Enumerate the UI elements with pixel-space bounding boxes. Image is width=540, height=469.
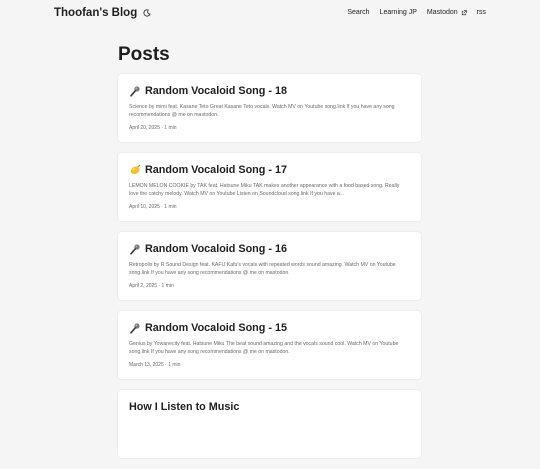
lemon-icon xyxy=(130,164,141,175)
nav-item-label: Search xyxy=(347,9,370,16)
nav-item-learning-jp[interactable]: Learning JP xyxy=(380,9,417,16)
post-title[interactable]: Random Vocaloid Song - 15 xyxy=(129,322,410,334)
moon-icon[interactable] xyxy=(143,9,151,17)
microphone-icon xyxy=(130,244,140,255)
site-logo[interactable]: Thoofan's Blog xyxy=(54,7,151,19)
post-excerpt: Science by mimi feat. Kasane Teto Great … xyxy=(129,104,395,118)
post-meta: March 13, 2025 · 1 min xyxy=(129,362,181,368)
nav-item-rss[interactable]: rss xyxy=(477,9,486,16)
microphone-icon xyxy=(130,86,140,97)
post-title-text: Random Vocaloid Song - 15 xyxy=(145,322,287,334)
main-nav: Search Learning JP Mastodon rss xyxy=(347,9,486,16)
nav-item-label: Learning JP xyxy=(379,9,417,16)
post-meta: April 10, 2025 · 1 min xyxy=(129,204,177,210)
nav-item-mastodon[interactable]: Mastodon xyxy=(427,9,467,16)
post-card[interactable]: Random Vocaloid Song - 15 Genius by Yowa… xyxy=(118,311,421,379)
site-logo-text: Thoofan's Blog xyxy=(54,7,138,19)
post-title[interactable]: Random Vocaloid Song - 17 xyxy=(129,164,410,176)
post-card[interactable]: Random Vocaloid Song - 17 LEMON MELON CO… xyxy=(118,153,421,221)
post-list: Random Vocaloid Song - 18 Science by mim… xyxy=(118,74,421,469)
post-title[interactable]: Random Vocaloid Song - 18 xyxy=(129,85,410,97)
nav-item-search[interactable]: Search xyxy=(347,9,369,16)
post-title[interactable]: How I Listen to Music xyxy=(129,401,410,413)
microphone-icon xyxy=(130,323,140,334)
nav-item-label: rss xyxy=(476,9,486,16)
post-title-text: How I Listen to Music xyxy=(129,401,240,413)
post-meta: April 2, 2025 · 1 min xyxy=(129,283,174,289)
post-card[interactable]: Random Vocaloid Song - 16 Retropolis by … xyxy=(118,232,421,300)
post-card[interactable]: How I Listen to Music xyxy=(118,390,421,458)
post-excerpt: Retropolis by R Sound Design feat. KAFU … xyxy=(129,262,396,276)
post-title-text: Random Vocaloid Song - 17 xyxy=(145,164,287,176)
site-header: Thoofan's Blog Search Learning JP Mastod… xyxy=(0,0,540,26)
nav-item-label: Mastodon xyxy=(426,9,458,16)
post-meta: April 20, 2025 · 1 min xyxy=(129,125,177,131)
post-title[interactable]: Random Vocaloid Song - 16 xyxy=(129,243,410,255)
post-title-text: Random Vocaloid Song - 18 xyxy=(145,85,287,97)
post-excerpt: Genius by Yowanecity feat. Hatsune Miku … xyxy=(129,341,399,355)
post-excerpt: LEMON MELON COOKIE by TAK feat. Hatsune … xyxy=(129,183,400,197)
page-title: Posts xyxy=(118,44,170,65)
post-card[interactable]: Random Vocaloid Song - 18 Science by mim… xyxy=(118,74,421,142)
external-link-icon xyxy=(461,9,467,15)
post-title-text: Random Vocaloid Song - 16 xyxy=(145,243,287,255)
